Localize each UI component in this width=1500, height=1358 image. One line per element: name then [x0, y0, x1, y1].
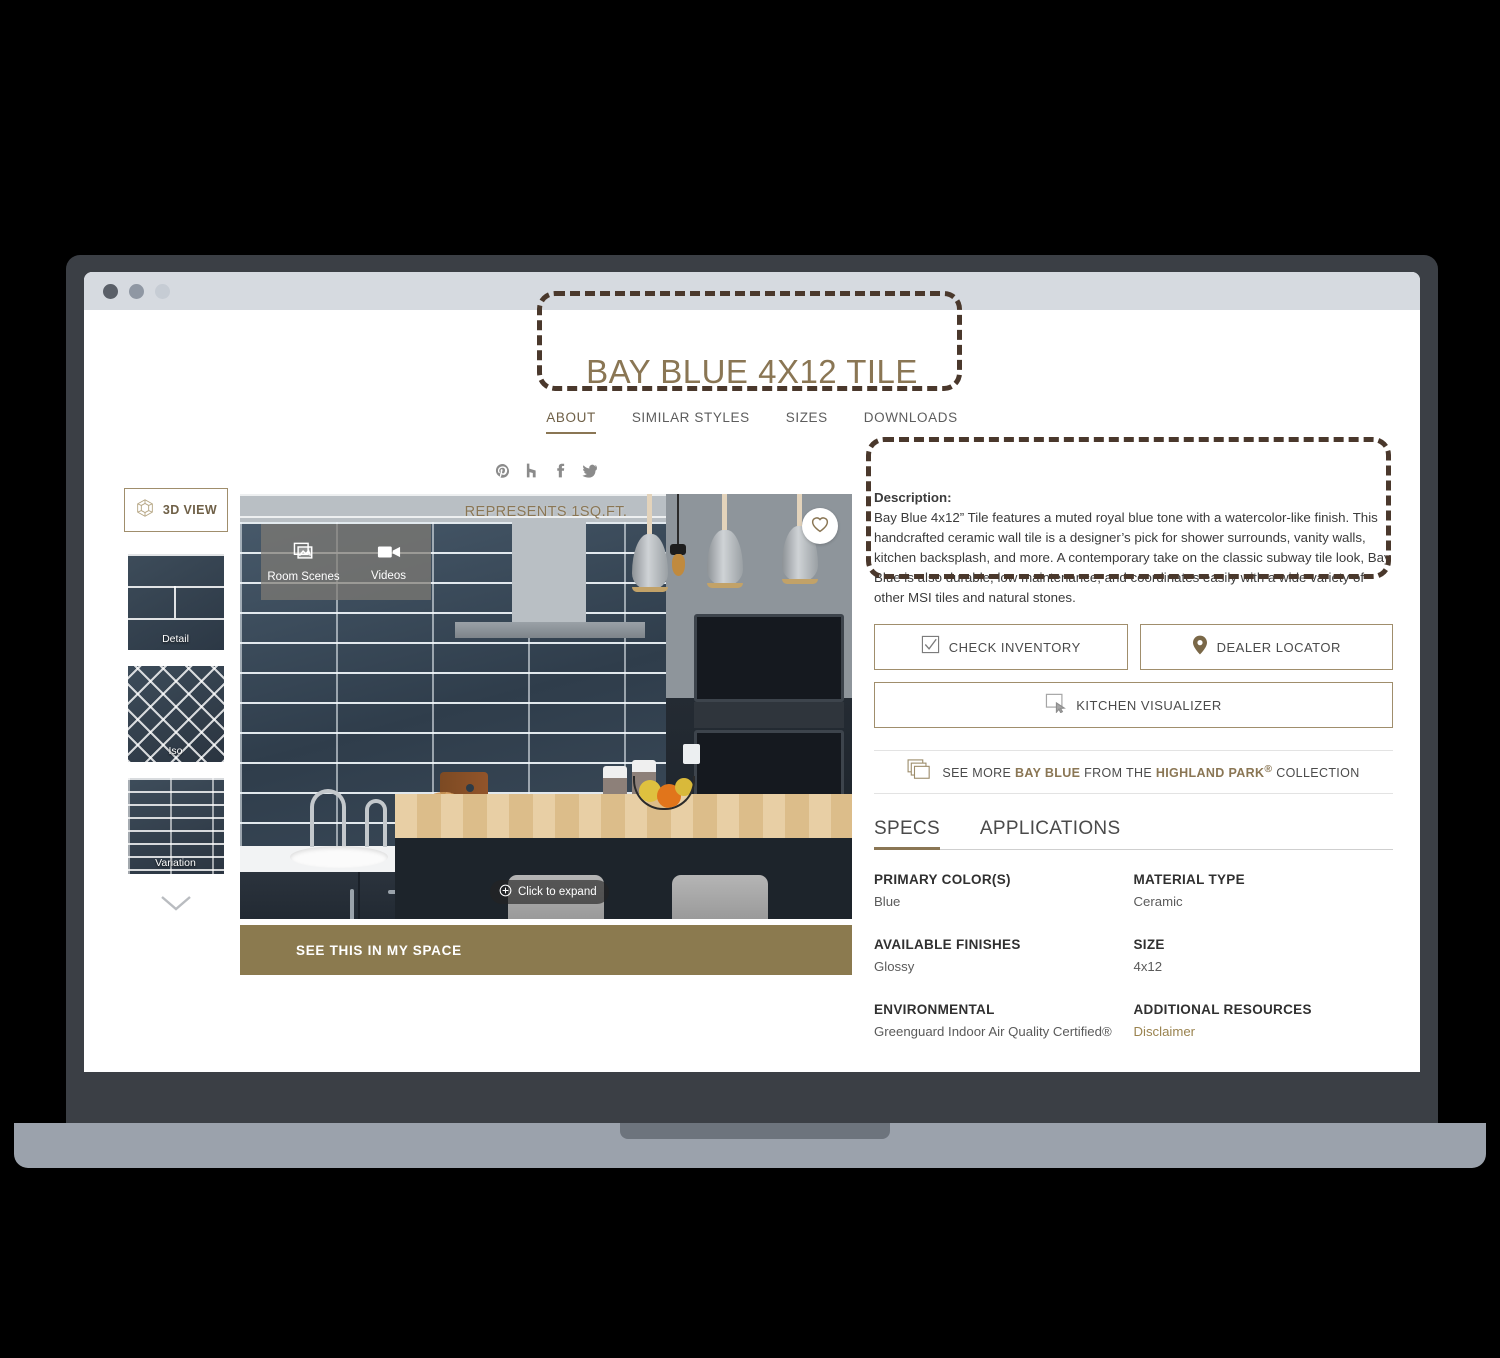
spec-value: Ceramic — [1133, 894, 1183, 909]
thumbnail-caption: Iso — [168, 745, 183, 757]
nav-tab-sizes[interactable]: SIZES — [786, 410, 828, 434]
page-body: BAY BLUE 4X12 TILE ABOUT SIMILAR STYLES … — [84, 310, 1420, 1072]
page-title: BAY BLUE 4X12 TILE — [586, 353, 918, 390]
room-scenes-button[interactable]: Room Scenes — [261, 524, 346, 600]
kitchen-visualizer-button[interactable]: KITCHEN VISUALIZER — [874, 682, 1393, 728]
houzz-icon[interactable] — [526, 463, 539, 483]
spec-label: ENVIRONMENTAL — [874, 1002, 995, 1017]
collection-link-text: SEE MORE BAY BLUE FROM THE HIGHLAND PARK… — [942, 764, 1359, 780]
tab-specs[interactable]: SPECS — [874, 818, 940, 850]
nav-tab-downloads[interactable]: DOWNLOADS — [864, 410, 958, 434]
view-3d-label: 3D VIEW — [162, 503, 218, 517]
dealer-locator-label: DEALER LOCATOR — [1216, 639, 1341, 655]
collection-suffix: COLLECTION — [1272, 766, 1360, 781]
info-column: Description: Bay Blue 4x12” Tile feature… — [852, 460, 1393, 1041]
favorite-button[interactable] — [802, 508, 838, 544]
collection-link[interactable]: SEE MORE BAY BLUE FROM THE HIGHLAND PARK… — [874, 750, 1393, 794]
check-inventory-label: CHECK INVENTORY — [948, 639, 1081, 655]
view-3d-button[interactable]: 3D VIEW — [123, 488, 228, 532]
collection-name: HIGHLAND PARK — [1155, 766, 1265, 781]
disclaimer-link[interactable]: Disclaimer — [1134, 1022, 1394, 1041]
facebook-icon[interactable] — [555, 463, 566, 483]
spec-label: MATERIAL TYPE — [1133, 872, 1245, 887]
main-nav: ABOUT SIMILAR STYLES SIZES DOWNLOADS — [84, 410, 1420, 434]
spec-item-material-type: MATERIAL TYPE Ceramic — [1134, 872, 1394, 911]
spec-label: AVAILABLE FINISHES — [874, 937, 1021, 952]
thumbnail-list: Detail Iso Variation — [111, 554, 240, 874]
hero-image[interactable]: REPRESENTS 1SQ.FT. Room Scenes Videos Cl… — [240, 494, 852, 919]
heart-icon — [810, 515, 830, 538]
kitchen-visualizer-label: KITCHEN VISUALIZER — [1076, 697, 1222, 713]
window-close-dot[interactable] — [103, 283, 118, 299]
room-scenes-label: Room Scenes — [267, 570, 340, 583]
description-body: Bay Blue 4x12” Tile features a muted roy… — [874, 510, 1391, 605]
kitchen-visualizer-row: KITCHEN VISUALIZER — [874, 682, 1393, 728]
spec-item-available-finishes: AVAILABLE FINISHES Glossy — [874, 937, 1134, 976]
thumbnail-caption: Variation — [155, 857, 196, 869]
dealer-locator-button[interactable]: DEALER LOCATOR — [1139, 624, 1393, 670]
expand-image-button[interactable]: Click to expand — [490, 880, 609, 904]
window-maximize-dot[interactable] — [155, 283, 170, 299]
thumbnail-variation[interactable]: Variation — [127, 778, 224, 874]
nav-tab-similar-styles[interactable]: SIMILAR STYLES — [632, 410, 750, 434]
media-panel: Room Scenes Videos — [261, 524, 431, 600]
pinterest-icon[interactable] — [495, 463, 510, 483]
twitter-icon[interactable] — [582, 463, 598, 483]
spec-grid: PRIMARY COLOR(S) Blue MATERIAL TYPE Cera… — [874, 872, 1393, 1041]
photo-stack-icon — [293, 542, 315, 567]
nav-tab-about[interactable]: ABOUT — [546, 410, 596, 434]
videos-button[interactable]: Videos — [346, 524, 431, 600]
spec-item-additional-resources: ADDITIONAL RESOURCES Disclaimer — [1134, 1002, 1394, 1041]
spec-value: Glossy — [874, 959, 915, 974]
videos-label: Videos — [371, 569, 406, 582]
spec-label: PRIMARY COLOR(S) — [874, 872, 1011, 887]
collection-middle: FROM THE — [1080, 766, 1156, 781]
thumbnail-detail[interactable]: Detail — [127, 554, 224, 650]
spec-value: 4x12 — [1133, 959, 1163, 974]
browser-chrome — [84, 272, 1420, 310]
map-pin-icon — [1192, 635, 1208, 660]
spec-value: Blue — [874, 894, 901, 909]
spec-item-size: SIZE 4x12 — [1134, 937, 1394, 976]
chevron-down-icon[interactable] — [156, 892, 196, 914]
stacked-squares-icon — [907, 758, 933, 786]
cube-wireframe-icon — [134, 497, 156, 524]
spec-label: ADDITIONAL RESOURCES — [1133, 1002, 1312, 1017]
checkbox-icon — [921, 635, 940, 659]
description-block: Description: Bay Blue 4x12” Tile feature… — [874, 488, 1393, 608]
collection-prefix: SEE MORE — [942, 766, 1016, 781]
thumbnail-caption: Detail — [162, 633, 189, 645]
spec-item-environmental: ENVIRONMENTAL Greenguard Indoor Air Qual… — [874, 1002, 1134, 1041]
thumbnail-iso[interactable]: Iso — [127, 666, 224, 762]
visualizer-cursor-icon — [1045, 693, 1067, 718]
window-minimize-dot[interactable] — [129, 283, 144, 299]
spec-label: SIZE — [1133, 937, 1165, 952]
left-rail: 3D VIEW Detail Iso Variation — [111, 460, 240, 1041]
browser-window: BAY BLUE 4X12 TILE ABOUT SIMILAR STYLES … — [84, 272, 1420, 1072]
social-share-row — [240, 460, 852, 486]
content-row: 3D VIEW Detail Iso Variation REPRESENTS … — [84, 460, 1420, 1041]
tab-applications[interactable]: APPLICATIONS — [980, 818, 1121, 849]
video-camera-icon — [377, 543, 401, 566]
see-this-in-my-space-button[interactable]: SEE THIS IN MY SPACE — [240, 925, 852, 975]
represents-label: REPRESENTS 1SQ.FT. — [464, 504, 628, 520]
collection-product: BAY BLUE — [1015, 766, 1081, 781]
action-buttons-row: CHECK INVENTORY DEALER LOCATOR — [874, 624, 1393, 670]
expand-label: Click to expand — [518, 886, 597, 898]
plus-circle-icon — [499, 884, 512, 900]
laptop-base-notch — [620, 1123, 890, 1139]
description-heading: Description: — [874, 490, 952, 505]
spec-tabs: SPECS APPLICATIONS — [874, 818, 1393, 850]
gallery-column: REPRESENTS 1SQ.FT. Room Scenes Videos Cl… — [240, 460, 852, 1041]
spec-value: Greenguard Indoor Air Quality Certified® — [874, 1024, 1112, 1039]
check-inventory-button[interactable]: CHECK INVENTORY — [874, 624, 1128, 670]
spec-item-primary-colors: PRIMARY COLOR(S) Blue — [874, 872, 1134, 911]
see-this-in-my-space-label: SEE THIS IN MY SPACE — [296, 942, 462, 958]
